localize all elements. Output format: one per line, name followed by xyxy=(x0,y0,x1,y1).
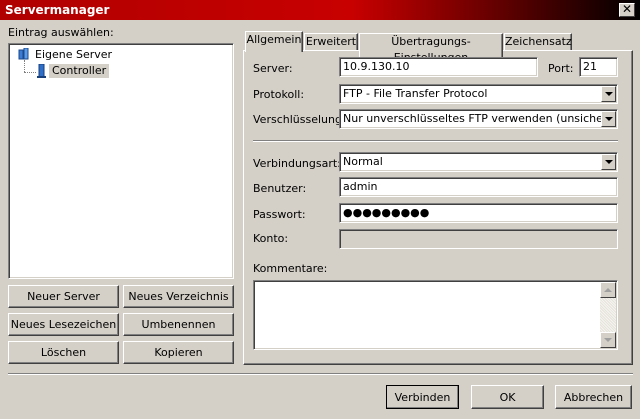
connect-button[interactable]: Verbinden xyxy=(386,385,459,409)
scroll-up-button[interactable] xyxy=(600,282,616,298)
ok-button[interactable]: OK xyxy=(471,385,544,409)
server-tree[interactable]: Eigene Server Controller xyxy=(8,43,234,279)
new-server-button[interactable]: Neuer Server xyxy=(8,285,119,308)
comments-textarea[interactable] xyxy=(253,280,618,350)
logontype-value: Normal xyxy=(343,155,383,168)
footer-separator xyxy=(8,373,633,375)
copy-button[interactable]: Kopieren xyxy=(123,341,234,364)
password-label: Passwort: xyxy=(253,208,306,221)
delete-button[interactable]: Löschen xyxy=(8,341,119,364)
new-folder-button[interactable]: Neues Verzeichnis xyxy=(123,285,234,308)
scroll-down-icon xyxy=(604,338,612,342)
scroll-down-button[interactable] xyxy=(600,332,616,348)
port-field[interactable]: 21 xyxy=(579,57,618,77)
tree-connector-vertical xyxy=(24,60,25,72)
logontype-dropdown-button[interactable] xyxy=(601,154,616,170)
encryption-dropdown-button[interactable] xyxy=(601,111,616,127)
tree-item-controller[interactable]: Controller xyxy=(49,64,110,78)
title-bar: Servermanager ✕ xyxy=(0,0,640,20)
protocol-value: FTP - File Transfer Protocol xyxy=(343,87,488,100)
rename-button[interactable]: Umbenennen xyxy=(123,313,234,336)
new-bookmark-button[interactable]: Neues Lesezeichen xyxy=(8,313,119,336)
tab-general[interactable]: Allgemein xyxy=(245,31,303,52)
separator xyxy=(253,140,618,142)
user-label: Benutzer: xyxy=(253,182,307,195)
encryption-label: Verschlüsselung: xyxy=(253,113,346,126)
server-field[interactable]: 10.9.130.10 xyxy=(339,57,538,77)
tab-charset[interactable]: Zeichensatz xyxy=(504,33,572,50)
chevron-down-icon xyxy=(604,92,613,96)
tree-connector-horizontal xyxy=(24,72,36,73)
encryption-select[interactable]: Nur unverschlüsseltes FTP verwenden (uns… xyxy=(339,109,618,129)
comments-value xyxy=(255,282,261,286)
server-icon xyxy=(37,63,47,78)
comments-scrollbar[interactable] xyxy=(600,282,616,348)
chevron-down-icon xyxy=(604,160,613,164)
window-title: Servermanager xyxy=(5,3,110,17)
chevron-down-icon xyxy=(604,117,613,121)
protocol-dropdown-button[interactable] xyxy=(601,86,616,102)
cancel-button[interactable]: Abbrechen xyxy=(555,385,632,409)
account-field xyxy=(339,229,618,249)
port-label: Port: xyxy=(548,62,574,75)
tab-advanced[interactable]: Erweitert xyxy=(304,33,358,50)
tree-root-label[interactable]: Eigene Server xyxy=(35,48,112,61)
account-label: Konto: xyxy=(253,232,289,245)
close-button[interactable]: ✕ xyxy=(619,3,635,17)
logontype-select[interactable]: Normal xyxy=(339,152,618,172)
server-folder-icon xyxy=(18,47,32,60)
password-field[interactable]: ●●●●●●●●● xyxy=(339,203,618,223)
protocol-label: Protokoll: xyxy=(253,88,305,101)
scroll-up-icon xyxy=(604,288,612,292)
comments-label: Kommentare: xyxy=(253,262,328,275)
server-label: Server: xyxy=(253,62,293,75)
user-field[interactable]: admin xyxy=(339,177,618,197)
encryption-value: Nur unverschlüsseltes FTP verwenden (uns… xyxy=(343,112,612,125)
protocol-select[interactable]: FTP - File Transfer Protocol xyxy=(339,84,618,104)
logontype-label: Verbindungsart: xyxy=(253,157,341,170)
select-entry-label: Eintrag auswählen: xyxy=(8,26,114,39)
close-icon: ✕ xyxy=(621,2,633,16)
